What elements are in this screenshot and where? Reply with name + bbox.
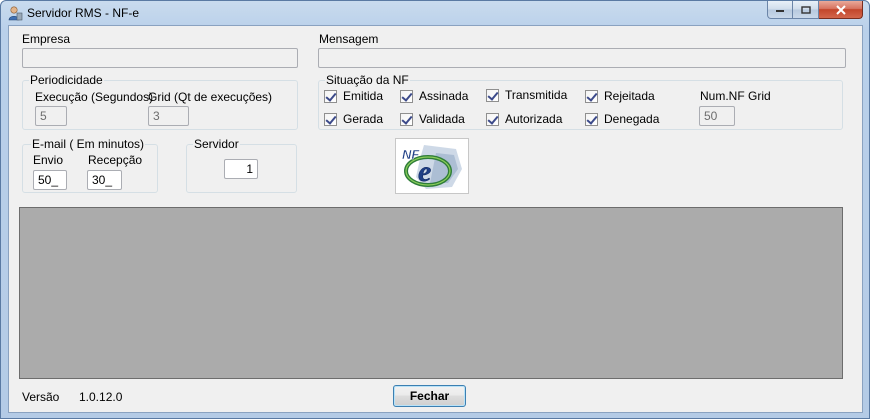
checkbox-label: Rejeitada [604,89,655,103]
svg-text:e: e [418,155,431,188]
client-area: Empresa Mensagem Periodicidade Execução … [8,25,863,413]
checkmark-icon [486,88,499,102]
checkmark-icon [400,112,413,126]
checkbox-emitida[interactable]: Emitida [324,89,383,103]
checkmark-icon [585,112,598,126]
checkbox-label: Validada [419,112,465,126]
minimize-icon [776,9,784,12]
close-icon [835,4,846,15]
versao-value: 1.0.12.0 [79,390,123,404]
title-bar[interactable]: Servidor RMS - NF-e [1,1,869,25]
email-title: E-mail ( Em minutos) [31,137,146,151]
svg-text:NF: NF [402,147,420,162]
fechar-button[interactable]: Fechar [393,385,466,407]
checkbox-validada[interactable]: Validada [400,112,465,126]
num-nf-grid-label: Num.NF Grid [700,89,771,103]
nfe-logo: e NF [395,138,469,194]
checkbox-autorizada[interactable]: Autorizada [486,112,562,126]
close-button[interactable] [819,1,863,19]
empresa-label: Empresa [22,32,71,46]
checkbox-transmitida[interactable]: Transmitida [486,88,567,102]
user-server-icon [7,5,23,21]
empresa-field[interactable] [22,48,298,68]
situacao-group: Situação da NF [318,73,843,130]
checkbox-gerada[interactable]: Gerada [324,112,383,126]
grid-field[interactable]: 3 [148,106,189,126]
checkbox-label: Transmitida [505,88,568,102]
periodicidade-title: Periodicidade [29,73,104,87]
checkbox-label: Denegada [604,112,660,126]
mensagem-field[interactable] [318,48,846,68]
window-title: Servidor RMS - NF-e [27,6,140,20]
checkbox-rejeitada[interactable]: Rejeitada [585,89,655,103]
servidor-field[interactable]: 1 [224,159,258,179]
checkmark-icon [324,89,337,103]
mensagem-label: Mensagem [319,32,379,46]
nf-grid[interactable] [19,207,843,379]
num-nf-grid-field[interactable]: 50 [699,106,735,126]
checkbox-label: Gerada [343,112,384,126]
maximize-button[interactable] [793,1,819,19]
envio-field[interactable]: 50_ [33,170,67,190]
maximize-icon [800,5,811,14]
checkbox-denegada[interactable]: Denegada [585,112,659,126]
execucao-field[interactable]: 5 [35,106,67,126]
checkmark-icon [585,89,598,103]
situacao-title: Situação da NF [325,73,410,87]
envio-label: Envio [33,153,64,167]
versao-label: Versão [22,390,60,404]
servidor-title: Servidor [193,137,240,151]
main-window: Servidor RMS - NF-e Empresa Mensagem Per… [0,0,870,419]
caption-buttons [767,1,863,19]
grid-label: Grid (Qt de execuções) [148,90,273,104]
recepcao-label: Recepção [88,153,143,167]
checkbox-assinada[interactable]: Assinada [400,89,468,103]
execucao-label: Execução (Segundos) [35,90,154,104]
checkbox-label: Emitida [343,89,384,103]
checkbox-label: Autorizada [505,112,563,126]
nfe-logo-icon: e NF [402,145,462,189]
checkmark-icon [324,112,337,126]
recepcao-field[interactable]: 30_ [87,170,122,190]
checkbox-label: Assinada [419,89,469,103]
minimize-button[interactable] [767,1,793,19]
checkmark-icon [486,112,499,126]
checkmark-icon [400,89,413,103]
